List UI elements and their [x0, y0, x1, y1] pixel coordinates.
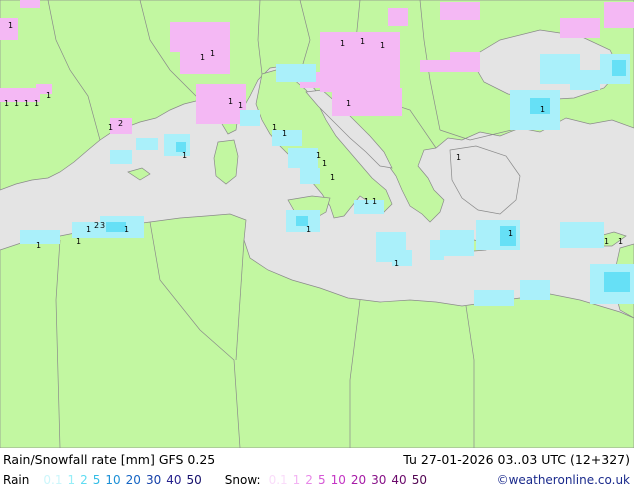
- rate-label: 1: [340, 39, 345, 48]
- rain-scale-value: 1: [67, 473, 76, 487]
- rate-label: 1: [124, 225, 129, 234]
- rate-label: 2: [94, 221, 99, 230]
- rate-label: 1: [282, 129, 287, 138]
- rain-scale-value: 50: [186, 473, 202, 487]
- rate-label: 1: [228, 97, 233, 106]
- rate-label: 1: [272, 123, 277, 132]
- rate-label: 1: [76, 237, 81, 246]
- land-sardinia: [213, 139, 239, 185]
- rate-label: 1: [380, 41, 385, 50]
- rate-label: 1: [364, 197, 369, 206]
- map-timestamp: Tu 27-01-2026 03..03 UTC (12+327): [403, 452, 630, 467]
- rate-label: 1: [394, 259, 399, 268]
- rate-label: 1: [8, 21, 13, 30]
- snow-scale-value: 1: [292, 473, 301, 487]
- map-footer: Rain/Snowfall rate [mm] GFS 0.25 Tu 27-0…: [0, 448, 634, 490]
- rate-label: 1: [24, 99, 29, 108]
- rate-label: 1: [306, 225, 311, 234]
- rate-label: 1: [14, 99, 19, 108]
- snow-scale-value: 20: [350, 473, 367, 487]
- rate-label: 1: [4, 99, 9, 108]
- rain-legend-label: Rain: [3, 473, 30, 487]
- rain-scale-value: 5: [92, 473, 101, 487]
- rate-label: 2: [118, 119, 123, 128]
- rate-label: 1: [238, 101, 243, 110]
- snow-scale-value: 5: [317, 473, 326, 487]
- rate-label: 1: [108, 123, 113, 132]
- snow-scale-value: 30: [371, 473, 387, 487]
- rate-label: 1: [86, 225, 91, 234]
- credit-link[interactable]: ©weatheronline.co.uk: [497, 473, 630, 487]
- rain-scale-value: 10: [105, 473, 121, 487]
- snow-scale: 0.1 1 2 5 10 20 30 40 50: [269, 473, 432, 487]
- rain-scale-value: 0.1: [43, 473, 63, 487]
- snow-scale-value: 40: [391, 473, 407, 487]
- rate-label: 1: [46, 91, 51, 100]
- rate-label: 1: [316, 151, 321, 160]
- rate-label: 1: [34, 99, 39, 108]
- legend: Rain 0.1 1 2 5 10 20 30 40 50 Snow: 0.1 1 2 5 10 20 30…: [3, 473, 436, 487]
- map-title: Rain/Snowfall rate [mm] GFS 0.25: [3, 452, 216, 467]
- rate-label: 1: [360, 37, 365, 46]
- rate-label: 1: [36, 241, 41, 250]
- rate-label: 1: [508, 229, 513, 238]
- rate-label: 1: [540, 105, 545, 114]
- rate-label: 1: [322, 159, 327, 168]
- rate-label: 1: [182, 151, 187, 160]
- rate-label: 1: [372, 197, 377, 206]
- rate-label: 1: [346, 99, 351, 108]
- snow-scale-value: 50: [411, 473, 427, 487]
- rate-label: 1: [604, 237, 609, 246]
- snow-scale-value: 0.1: [268, 473, 288, 487]
- snow-scale-value: 10: [330, 473, 346, 487]
- rain-scale-value: 40: [166, 473, 182, 487]
- rain-scale-value: 20: [125, 473, 141, 487]
- rate-label: 1: [210, 49, 215, 58]
- rain-scale-value: 2: [80, 473, 88, 487]
- rate-label: 3: [100, 221, 105, 230]
- rate-label: 1: [330, 173, 335, 182]
- weather-map: 1 1 1 1 1 1 1 2 3 1 2 1 1 1 1 1 1 1 1 1 …: [0, 0, 634, 448]
- rate-label: 1: [456, 153, 461, 162]
- rain-scale-value: 30: [145, 473, 162, 487]
- rain-scale: 0.1 1 2 5 10 20 30 40 50: [43, 473, 206, 487]
- rate-label: 1: [200, 53, 205, 62]
- rate-label: 1: [618, 237, 623, 246]
- snow-scale-value: 2: [305, 473, 313, 487]
- snow-legend-label: Snow:: [224, 473, 261, 487]
